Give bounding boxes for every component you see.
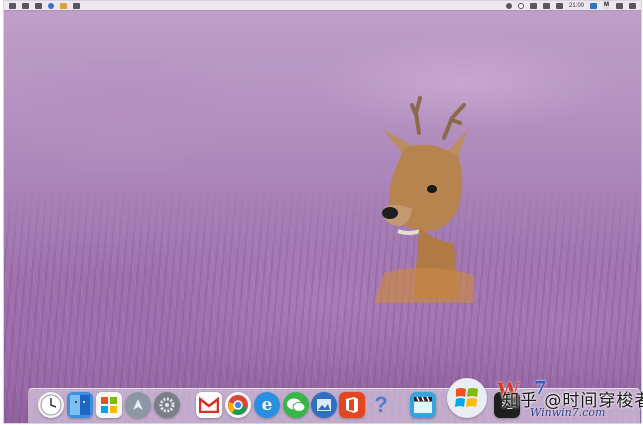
notification-icon[interactable] [629, 2, 636, 9]
volume-icon[interactable] [529, 2, 537, 9]
window-icon[interactable] [35, 2, 42, 9]
record-icon[interactable] [517, 2, 524, 9]
apple-icon[interactable] [9, 2, 16, 9]
menu-bar-right: 21:00 M [501, 2, 641, 9]
input-icon[interactable] [590, 2, 597, 9]
menu-m-icon[interactable]: M [603, 2, 610, 9]
desktop: 21:00 M [3, 0, 642, 424]
menu-clock[interactable]: 21:00 [569, 3, 584, 9]
deer-wallpaper [374, 96, 474, 303]
finder-icon[interactable] [67, 392, 93, 418]
app-icon[interactable] [73, 2, 80, 9]
battery-icon[interactable] [555, 2, 563, 9]
photos-icon[interactable] [311, 392, 337, 418]
folder-icon[interactable] [60, 2, 67, 9]
globe-icon[interactable] [48, 2, 54, 9]
watermark-url: Winwin7.com [530, 406, 606, 419]
network-icon[interactable] [505, 2, 512, 9]
windows-logo-icon[interactable] [447, 378, 487, 418]
gear-icon[interactable] [154, 392, 180, 418]
wifi-icon[interactable] [542, 2, 550, 9]
gmail-icon[interactable] [196, 392, 222, 418]
finder-icon[interactable] [22, 2, 29, 9]
office-icon[interactable] [339, 392, 365, 418]
rocket-icon[interactable] [125, 392, 151, 418]
help-icon[interactable]: ? [368, 392, 394, 418]
chrome-icon[interactable] [225, 392, 251, 418]
internet-explorer-icon[interactable]: e [254, 392, 280, 418]
windows-store-icon[interactable] [96, 392, 122, 418]
clapperboard-icon[interactable] [410, 392, 436, 418]
menu-bar-left [4, 2, 85, 9]
menu-bar: 21:00 M [4, 1, 641, 10]
search-icon[interactable] [616, 2, 623, 9]
clock-icon[interactable] [38, 392, 64, 418]
wechat-icon[interactable] [283, 392, 309, 418]
